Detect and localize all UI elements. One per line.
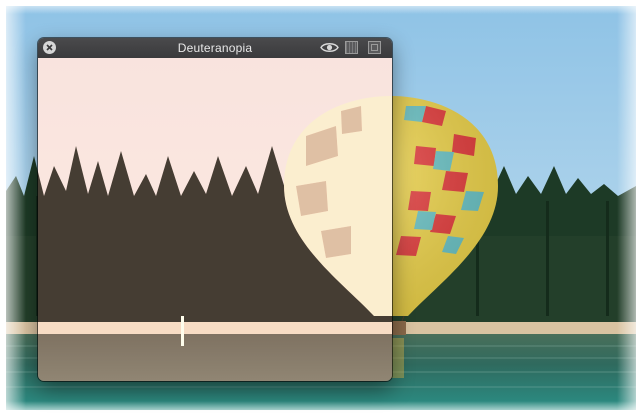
window-titlebar[interactable]: Deuteranopia — [38, 38, 392, 59]
split-view-icon[interactable] — [345, 41, 358, 54]
color-filter-window[interactable]: Deuteranopia — [38, 38, 392, 381]
eye-icon[interactable] — [320, 41, 339, 54]
screenshot-frame: Deuteranopia — [0, 0, 643, 415]
deuteranopia-simulated-scene — [38, 58, 392, 381]
full-view-icon[interactable] — [368, 41, 381, 54]
filtered-preview — [38, 58, 392, 381]
